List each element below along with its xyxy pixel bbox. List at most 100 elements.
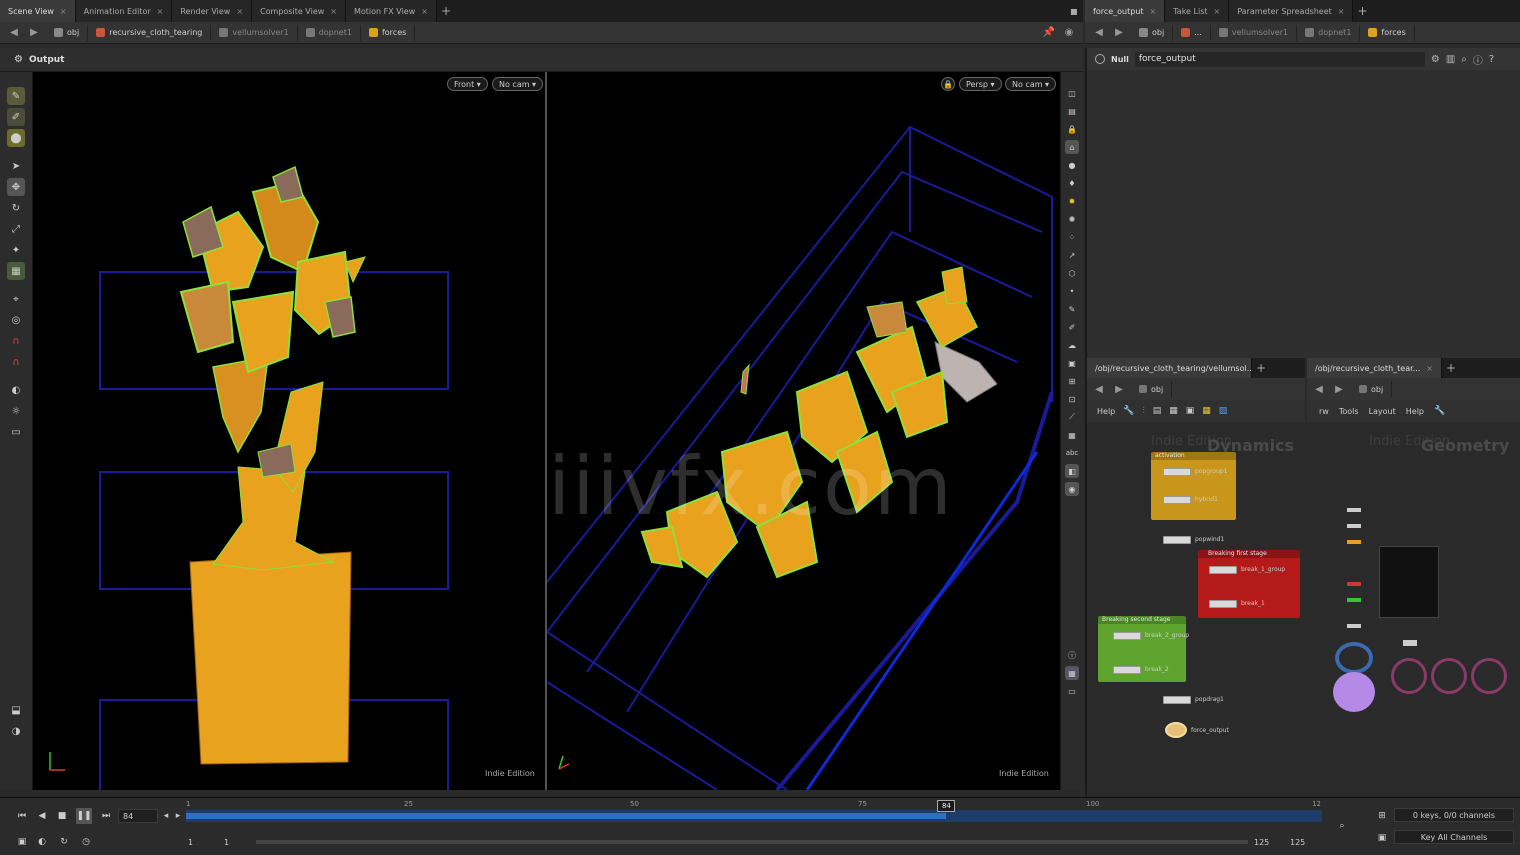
home-icon[interactable]: ⌂: [1065, 140, 1079, 154]
cube-icon[interactable]: ▣: [1065, 356, 1079, 370]
bones-icon[interactable]: ⟋: [1065, 410, 1079, 424]
help-icon[interactable]: ?: [1489, 54, 1494, 65]
help-book-icon[interactable]: ▥: [1446, 54, 1455, 65]
constraint-node[interactable]: [1471, 658, 1507, 694]
pose-tool-icon[interactable]: ✦: [7, 241, 25, 259]
display-options-icon[interactable]: ▭: [7, 423, 25, 441]
network-box-activation[interactable]: activation: [1151, 452, 1236, 520]
info-icon[interactable]: ⓘ: [1473, 52, 1483, 67]
sop-node[interactable]: [1347, 582, 1361, 586]
sticky-preview[interactable]: [1379, 546, 1439, 618]
left-tab-4[interactable]: Motion FX View ×: [346, 0, 437, 22]
key-all-icon[interactable]: ▣: [1374, 830, 1390, 846]
uv-icon[interactable]: ⊞: [1065, 374, 1079, 388]
snap-icon[interactable]: ⊡: [1065, 392, 1079, 406]
lock-camera-button[interactable]: 🔒: [941, 77, 955, 91]
sop-node[interactable]: [1347, 524, 1361, 528]
left-tab-1[interactable]: Animation Editor ×: [75, 0, 173, 22]
screen-icon[interactable]: ▭: [1065, 684, 1079, 698]
handle-visibility-icon[interactable]: ⬓: [7, 701, 25, 719]
sop-node[interactable]: [1347, 540, 1361, 544]
menu-rw[interactable]: rw: [1319, 407, 1329, 416]
add-tab-icon[interactable]: +: [1353, 0, 1371, 22]
play-icon[interactable]: ❚❚: [76, 808, 92, 824]
ghost-icon[interactable]: ☁: [1065, 338, 1079, 352]
close-icon[interactable]: ×: [1338, 7, 1345, 16]
right-tab-0[interactable]: force_output ×: [1085, 0, 1166, 22]
menu-help[interactable]: Help: [1406, 407, 1424, 416]
brush-icon[interactable]: ✐: [1065, 320, 1079, 334]
key-all-channels-button[interactable]: Key All Channels: [1394, 830, 1514, 844]
right-tab-2[interactable]: Parameter Spreadsheet ×: [1229, 0, 1354, 22]
move-tool-icon[interactable]: ✥: [7, 178, 25, 196]
forward-arrow-icon[interactable]: ▶: [1111, 381, 1127, 397]
node-popgroup1[interactable]: [1163, 468, 1191, 476]
current-frame-field[interactable]: 84: [118, 809, 158, 823]
right-tab-1[interactable]: Take List ×: [1165, 0, 1230, 22]
jump-end-icon[interactable]: ⏭: [98, 808, 114, 824]
scene-icon[interactable]: ◉: [1065, 482, 1079, 496]
menu-tools[interactable]: Tools: [1339, 407, 1359, 416]
sop-node[interactable]: [1347, 508, 1361, 512]
camera-icon[interactable]: ◫: [1065, 86, 1079, 100]
path-crumb[interactable]: ...: [1173, 24, 1211, 41]
add-tab-icon[interactable]: +: [437, 0, 455, 22]
view-tool-icon[interactable]: ⌖: [7, 290, 25, 308]
forward-arrow-icon[interactable]: ▶: [1111, 25, 1127, 41]
normals-icon[interactable]: ↗: [1065, 248, 1079, 262]
snap-icon[interactable]: ∩: [7, 353, 25, 371]
back-arrow-icon[interactable]: ◀: [1311, 381, 1327, 397]
layout-icon[interactable]: ▣: [1186, 406, 1195, 416]
left-tab-3[interactable]: Composite View ×: [252, 0, 346, 22]
background-icon[interactable]: ◑: [7, 722, 25, 740]
brush-tool-icon[interactable]: ✐: [7, 108, 25, 126]
node-force-output[interactable]: [1165, 722, 1187, 738]
camera-menu[interactable]: No cam ▾: [1005, 77, 1057, 91]
path-crumb[interactable]: forces: [361, 24, 416, 41]
node-hybrid1[interactable]: [1163, 496, 1191, 504]
path-crumb[interactable]: vellumsolver1: [1211, 24, 1298, 41]
camera-tool-icon[interactable]: ◎: [7, 311, 25, 329]
back-arrow-icon[interactable]: ◀: [1091, 381, 1107, 397]
node-popdrag1[interactable]: [1163, 696, 1191, 704]
close-icon[interactable]: ×: [330, 7, 337, 16]
search-icon[interactable]: ⌕: [1461, 54, 1467, 65]
forward-arrow-icon[interactable]: ▶: [1331, 381, 1347, 397]
wrench-icon[interactable]: 🔧: [1123, 406, 1134, 416]
merge-node[interactable]: [1403, 640, 1417, 646]
close-icon[interactable]: ×: [421, 7, 428, 16]
grid-snap-icon[interactable]: ▦: [7, 262, 25, 280]
network-tab[interactable]: /obj/recursive_cloth_tear... ×: [1307, 358, 1442, 378]
key-filter-icon[interactable]: ⊞: [1374, 808, 1390, 824]
magnet-icon[interactable]: ∩: [7, 332, 25, 350]
step-forward-icon[interactable]: ▸: [170, 808, 186, 824]
network-box-icon[interactable]: ▧: [1219, 406, 1228, 416]
render-region-icon[interactable]: ◐: [7, 381, 25, 399]
range-slider[interactable]: [256, 840, 1248, 844]
node-popwind1[interactable]: [1163, 536, 1191, 544]
camera-menu[interactable]: No cam ▾: [492, 77, 544, 91]
left-tab-2[interactable]: Render View ×: [172, 0, 253, 22]
network-tab[interactable]: /obj/recursive_cloth_tearing/vellumsol..…: [1087, 358, 1252, 378]
close-icon[interactable]: ×: [60, 7, 67, 16]
viewport-front[interactable]: Front ▾ No cam ▾ Indie Edition: [33, 72, 545, 790]
constraint-node[interactable]: [1431, 658, 1467, 694]
gear-icon[interactable]: ⚙: [1431, 54, 1440, 65]
path-crumb[interactable]: obj: [46, 24, 89, 41]
keys-info-field[interactable]: 0 keys, 0/0 channels: [1394, 808, 1514, 822]
render-icon[interactable]: ◧: [1065, 464, 1079, 478]
key-icon[interactable]: ⌕: [1334, 818, 1350, 834]
left-tab-0[interactable]: Scene View ×: [0, 0, 76, 22]
pen-icon[interactable]: ✎: [1065, 302, 1079, 316]
pane-menu-icon[interactable]: ▪: [1065, 0, 1083, 22]
view-menu[interactable]: Persp ▾: [959, 77, 1002, 91]
scale-tool-icon[interactable]: ⤢: [7, 220, 25, 238]
vellum-object-node[interactable]: [1335, 642, 1373, 674]
node-name-field[interactable]: force_output: [1134, 51, 1425, 67]
menu-layout[interactable]: Layout: [1369, 407, 1396, 416]
close-icon[interactable]: ×: [236, 7, 243, 16]
path-crumb[interactable]: dopnet1: [298, 24, 361, 41]
add-tab-icon[interactable]: +: [1442, 361, 1460, 375]
grid-display-icon[interactable]: ▦: [1065, 666, 1079, 680]
dot-icon[interactable]: •: [1065, 284, 1079, 298]
